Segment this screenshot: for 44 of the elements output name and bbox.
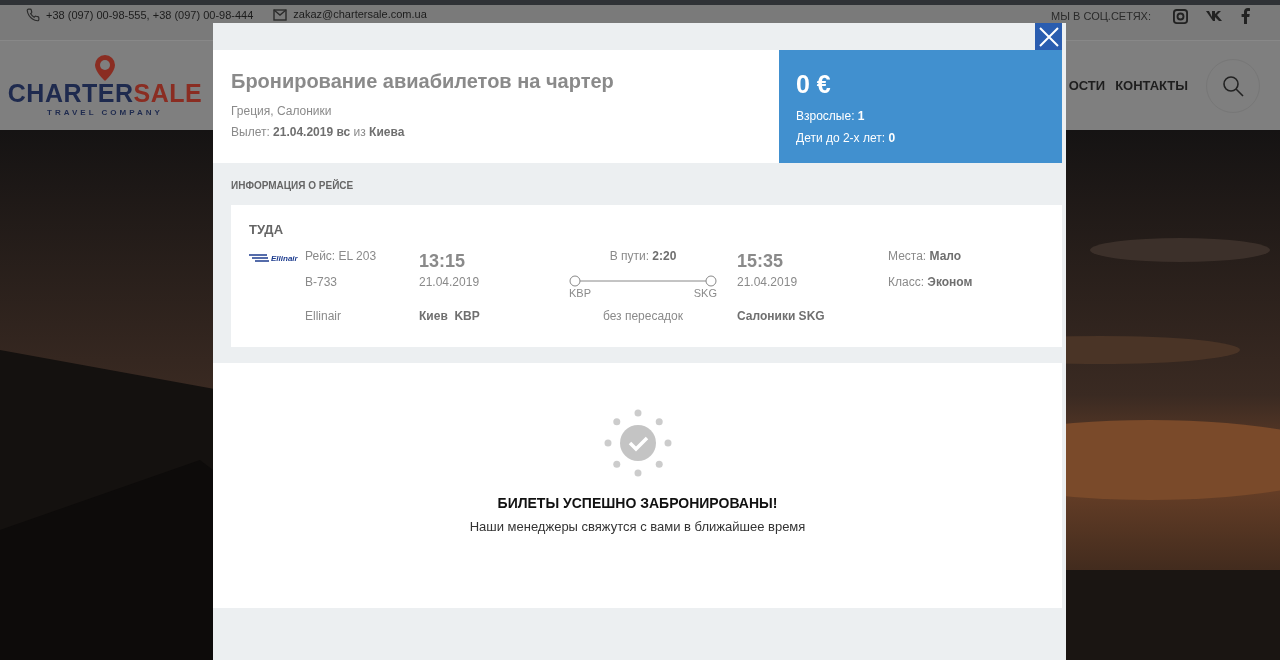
arrival-time: 15:35	[737, 251, 785, 272]
envelope-icon	[273, 8, 288, 21]
airline-name: Ellinair	[305, 309, 342, 323]
direction-label: ТУДА	[249, 222, 285, 237]
departure-info: Вылет: 21.04.2019 вс из Киева	[231, 125, 406, 139]
children-count: Дети до 2-х лет: 0	[796, 131, 897, 145]
airline-logo-icon	[249, 253, 271, 263]
departure-time: 13:15	[419, 251, 467, 272]
logo-text: CHARTER	[7, 80, 134, 106]
vk-icon[interactable]	[1206, 11, 1223, 21]
airport-code: KBP	[569, 287, 591, 299]
email-address[interactable]: zakaz@chartersale.com.ua	[273, 8, 427, 21]
social-label: МЫ В СОЦ.СЕТЯХ:	[1051, 9, 1151, 23]
nav-link[interactable]: КОНТАКТЫ	[1115, 78, 1188, 93]
departure-date: 21.04.2019	[419, 275, 481, 289]
arrival-city: Салоники SKG	[737, 309, 826, 323]
destination: Греция, Салоники	[231, 104, 333, 118]
adults-count: Взрослые: 1	[796, 109, 866, 123]
class-info: Класс: Эконом	[888, 275, 974, 289]
success-message: Наши менеджеры свяжутся с вами в ближайшее время	[469, 519, 806, 534]
flight-duration: В пути: 2:20	[609, 249, 677, 263]
close-button[interactable]	[1035, 23, 1062, 50]
section-label: ИНФОРМАЦИЯ О РЕЙСЕ	[230, 178, 355, 193]
phone-numbers: +38 (097) 00-98-555, +38 (097) 00-98-444	[26, 8, 254, 22]
departure-city: Киев KBP	[419, 309, 481, 323]
flight-number: Рейс: EL 203	[305, 249, 378, 263]
success-title: БИЛЕТЫ УСПЕШНО ЗАБРОНИРОВАНЫ!	[497, 495, 778, 511]
stops-info: без пересадок	[602, 309, 684, 323]
close-icon	[1038, 26, 1059, 47]
instagram-icon[interactable]	[1173, 8, 1188, 24]
total-price: 0 €	[796, 70, 832, 99]
arrival-date: 21.04.2019	[737, 275, 799, 289]
airport-code: SKG	[693, 287, 717, 299]
modal-title: Бронирование авиабилетов на чартер	[231, 70, 615, 93]
nav-link[interactable]: ОСТИ	[1068, 78, 1106, 93]
search-icon	[1222, 74, 1244, 97]
seats-info: Места: Мало	[888, 249, 963, 263]
map-pin-icon	[95, 54, 115, 81]
airline-logo: Ellinair	[271, 253, 298, 263]
aircraft-type: B-733	[305, 275, 339, 289]
logo-text: SALE	[133, 80, 203, 106]
logo-tagline: TRAVEL COMPANY	[47, 107, 163, 117]
facebook-icon[interactable]	[1241, 8, 1250, 24]
phone-icon	[26, 8, 40, 22]
